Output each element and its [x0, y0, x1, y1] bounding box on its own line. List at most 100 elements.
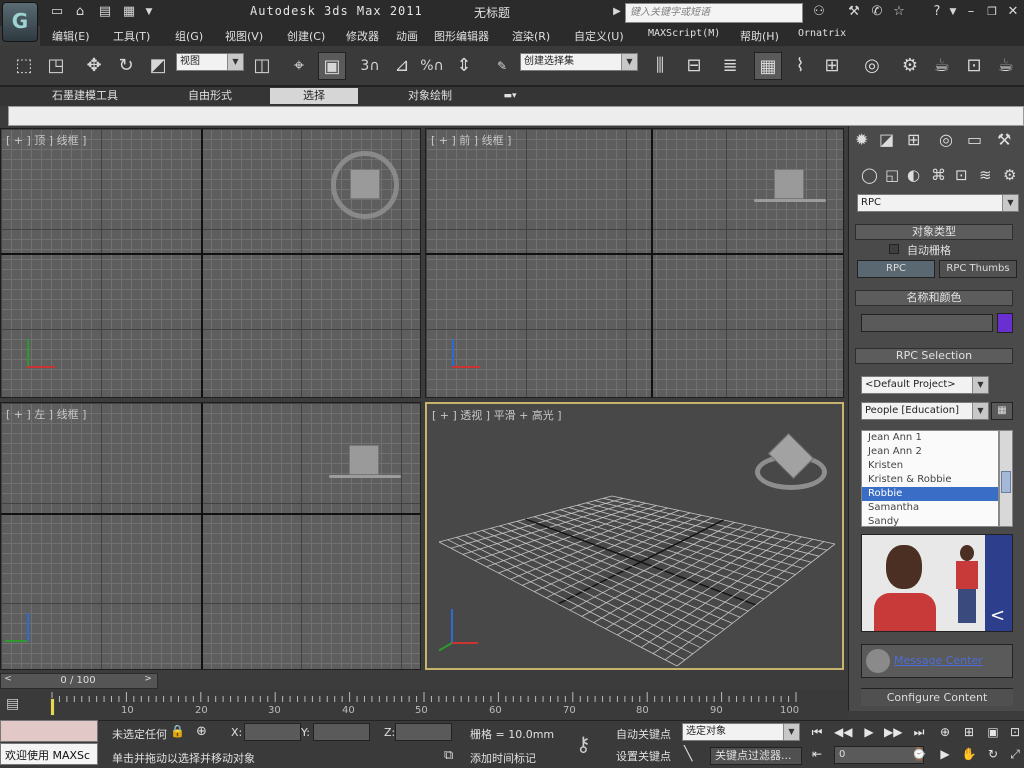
viewport-left[interactable]: [ + ] 左 ] 线框 ] [0, 402, 421, 670]
display-tab-icon[interactable]: ▭ [967, 130, 982, 149]
go-to-start-icon[interactable]: ⏮ [808, 724, 826, 740]
select-scale-icon[interactable]: ◩ [144, 52, 172, 80]
zoom-icon[interactable]: ⊕ [936, 724, 954, 740]
menu-help[interactable]: 帮助(H) [740, 28, 779, 44]
time-slider[interactable]: < 0 / 100 > [0, 673, 158, 689]
favorites-icon[interactable]: ☆ [890, 4, 908, 20]
binoculars-icon[interactable]: ⚇ [810, 4, 828, 20]
menu-rendering[interactable]: 渲染(R) [512, 28, 550, 44]
search-input[interactable]: 键入关键字或短语 [625, 3, 803, 23]
tab-object-paint[interactable]: 对象绘制 [375, 88, 485, 104]
modify-tab-icon[interactable]: ◪ [879, 130, 894, 149]
help-dropdown-icon[interactable]: ▼ [944, 4, 962, 20]
keyboard-shortcut-override-icon[interactable]: ▣ [318, 52, 346, 80]
quick-access-dropdown-icon[interactable]: ▼ [140, 4, 158, 20]
menu-customize[interactable]: 自定义(U) [574, 28, 624, 44]
space-warps-icon[interactable]: ≋ [979, 166, 992, 184]
utilities-tab-icon[interactable]: ⚒ [997, 130, 1011, 149]
message-center-link[interactable]: Message Center [894, 654, 983, 667]
reference-coordinate-dropdown[interactable]: 视图 ▼ [176, 53, 244, 71]
viewcube-icon[interactable] [350, 169, 380, 199]
pivot-center-icon[interactable]: ◫ [248, 52, 276, 80]
spinner-snap-icon[interactable]: ⇕ [450, 52, 478, 80]
viewport-front[interactable]: [ + ] 前 ] 线框 ] [425, 128, 844, 398]
menu-ornatrix[interactable]: Ornatrix [798, 28, 846, 39]
restore-icon[interactable]: ❐ [983, 4, 1001, 20]
select-rotate-icon[interactable]: ↻ [112, 52, 140, 80]
shapes-icon[interactable]: ◱ [885, 166, 899, 184]
menu-tools[interactable]: 工具(T) [113, 28, 150, 44]
list-item[interactable]: Jean Ann 1 [862, 431, 998, 445]
material-editor-icon[interactable]: ◎ [858, 52, 886, 80]
layer-manager-icon[interactable]: ≣ [716, 52, 744, 80]
maxscript-listener-input[interactable] [0, 720, 98, 742]
tab-graphite-modeling[interactable]: 石墨建模工具 [30, 88, 140, 104]
select-object-icon[interactable]: ⬚ [10, 52, 38, 80]
tab-selection[interactable]: 选择 [270, 88, 358, 104]
curve-editor-icon[interactable]: ⌇ [786, 52, 814, 80]
set-key-icon[interactable]: ⚷ [576, 732, 591, 756]
list-scrollbar[interactable] [999, 430, 1013, 527]
previous-frame-icon[interactable]: ◀◀ [834, 724, 852, 740]
y-coordinate-input[interactable] [313, 723, 370, 741]
configure-content-button[interactable]: Configure Content [861, 688, 1013, 706]
prev-frame-icon[interactable]: < [1, 674, 15, 688]
rpc-selection-rollout[interactable]: RPC Selection [855, 348, 1013, 364]
pan-hand-icon[interactable]: ✋ [960, 746, 978, 762]
key-filters-button[interactable]: 关键点过滤器... [710, 747, 802, 765]
list-item[interactable]: Kristen [862, 459, 998, 473]
menu-animation[interactable]: 动画 [396, 28, 418, 44]
absolute-mode-icon[interactable]: ⊕ [196, 724, 207, 739]
align-icon[interactable]: ⊟ [680, 52, 708, 80]
time-slider-marker[interactable] [50, 698, 55, 716]
menu-edit[interactable]: 编辑(E) [52, 28, 90, 44]
snaps-toggle-icon[interactable]: 3∩ [356, 52, 384, 80]
list-item-selected[interactable]: Robbie [862, 487, 998, 501]
lock-icon[interactable]: 🔒 [170, 724, 185, 738]
menu-modifiers[interactable]: 修改器 [346, 28, 379, 44]
auto-key-button[interactable]: 自动关键点 [616, 726, 671, 742]
list-item[interactable]: Samantha [862, 501, 998, 515]
graphite-modeling-toggle-icon[interactable]: ▦ [754, 52, 782, 80]
tools-icon[interactable]: ⚒ [845, 4, 863, 20]
systems-icon[interactable]: ⚙ [1003, 166, 1016, 184]
auto-grid-checkbox[interactable] [889, 244, 899, 254]
play-icon[interactable]: ▶ [860, 724, 878, 740]
viewcube-icon[interactable] [774, 169, 804, 199]
communication-center-icon[interactable]: ✆ [868, 4, 886, 20]
list-item[interactable]: Kristen & Robbie [862, 473, 998, 487]
scrollbar-thumb[interactable] [1001, 471, 1011, 493]
rpc-button[interactable]: RPC [857, 260, 935, 278]
go-to-end-icon[interactable]: ⏭ [910, 724, 928, 740]
menu-create[interactable]: 创建(C) [287, 28, 325, 44]
project-folder-icon[interactable]: ▦ [120, 4, 138, 20]
timeline[interactable]: ▤ 10 20 30 40 50 60 70 80 90 100 [0, 690, 848, 720]
motion-tab-icon[interactable]: ◎ [939, 130, 953, 149]
search-expand-icon[interactable]: ▶ [608, 4, 626, 20]
zoom-extents-icon[interactable]: ▣ [984, 724, 1002, 740]
maxscript-mini-listener[interactable]: 欢迎使用 MAXSc [0, 743, 98, 765]
angle-snap-icon[interactable]: ⊿ [388, 52, 416, 80]
geometry-icon[interactable]: ◯ [861, 166, 878, 184]
cameras-icon[interactable]: ⌘ [931, 166, 946, 184]
menu-views[interactable]: 视图(V) [225, 28, 263, 44]
z-coordinate-input[interactable] [395, 723, 452, 741]
object-name-input[interactable] [861, 314, 993, 332]
field-of-view-icon[interactable]: ▶ [936, 746, 954, 762]
select-region-icon[interactable]: ◳ [42, 52, 70, 80]
open-file-icon[interactable]: ⌂ [71, 4, 89, 20]
tab-freeform[interactable]: 自由形式 [160, 88, 260, 104]
list-item[interactable]: Sandy [862, 515, 998, 526]
menu-group[interactable]: 组(G) [175, 28, 203, 44]
viewport-label-left[interactable]: [ + ] 左 ] 线框 ] [6, 406, 86, 422]
zoom-extents-all-icon[interactable]: ⊡ [1006, 724, 1024, 740]
close-icon[interactable]: ✕ [1004, 4, 1022, 20]
named-selection-set-dropdown[interactable]: 创建选择集 ▼ [520, 53, 638, 71]
rpc-tools-icon[interactable]: ▦ [991, 402, 1013, 420]
library-dropdown[interactable]: People [Education] ▼ [861, 402, 989, 420]
name-color-rollout[interactable]: 名称和颜色 [855, 290, 1013, 306]
mini-curve-editor-icon[interactable]: ▤ [6, 696, 19, 712]
edit-named-selection-icon[interactable]: ✎ [488, 52, 516, 80]
next-frame-icon[interactable]: ▶▶ [884, 724, 902, 740]
zoom-all-icon[interactable]: ⊞ [960, 724, 978, 740]
